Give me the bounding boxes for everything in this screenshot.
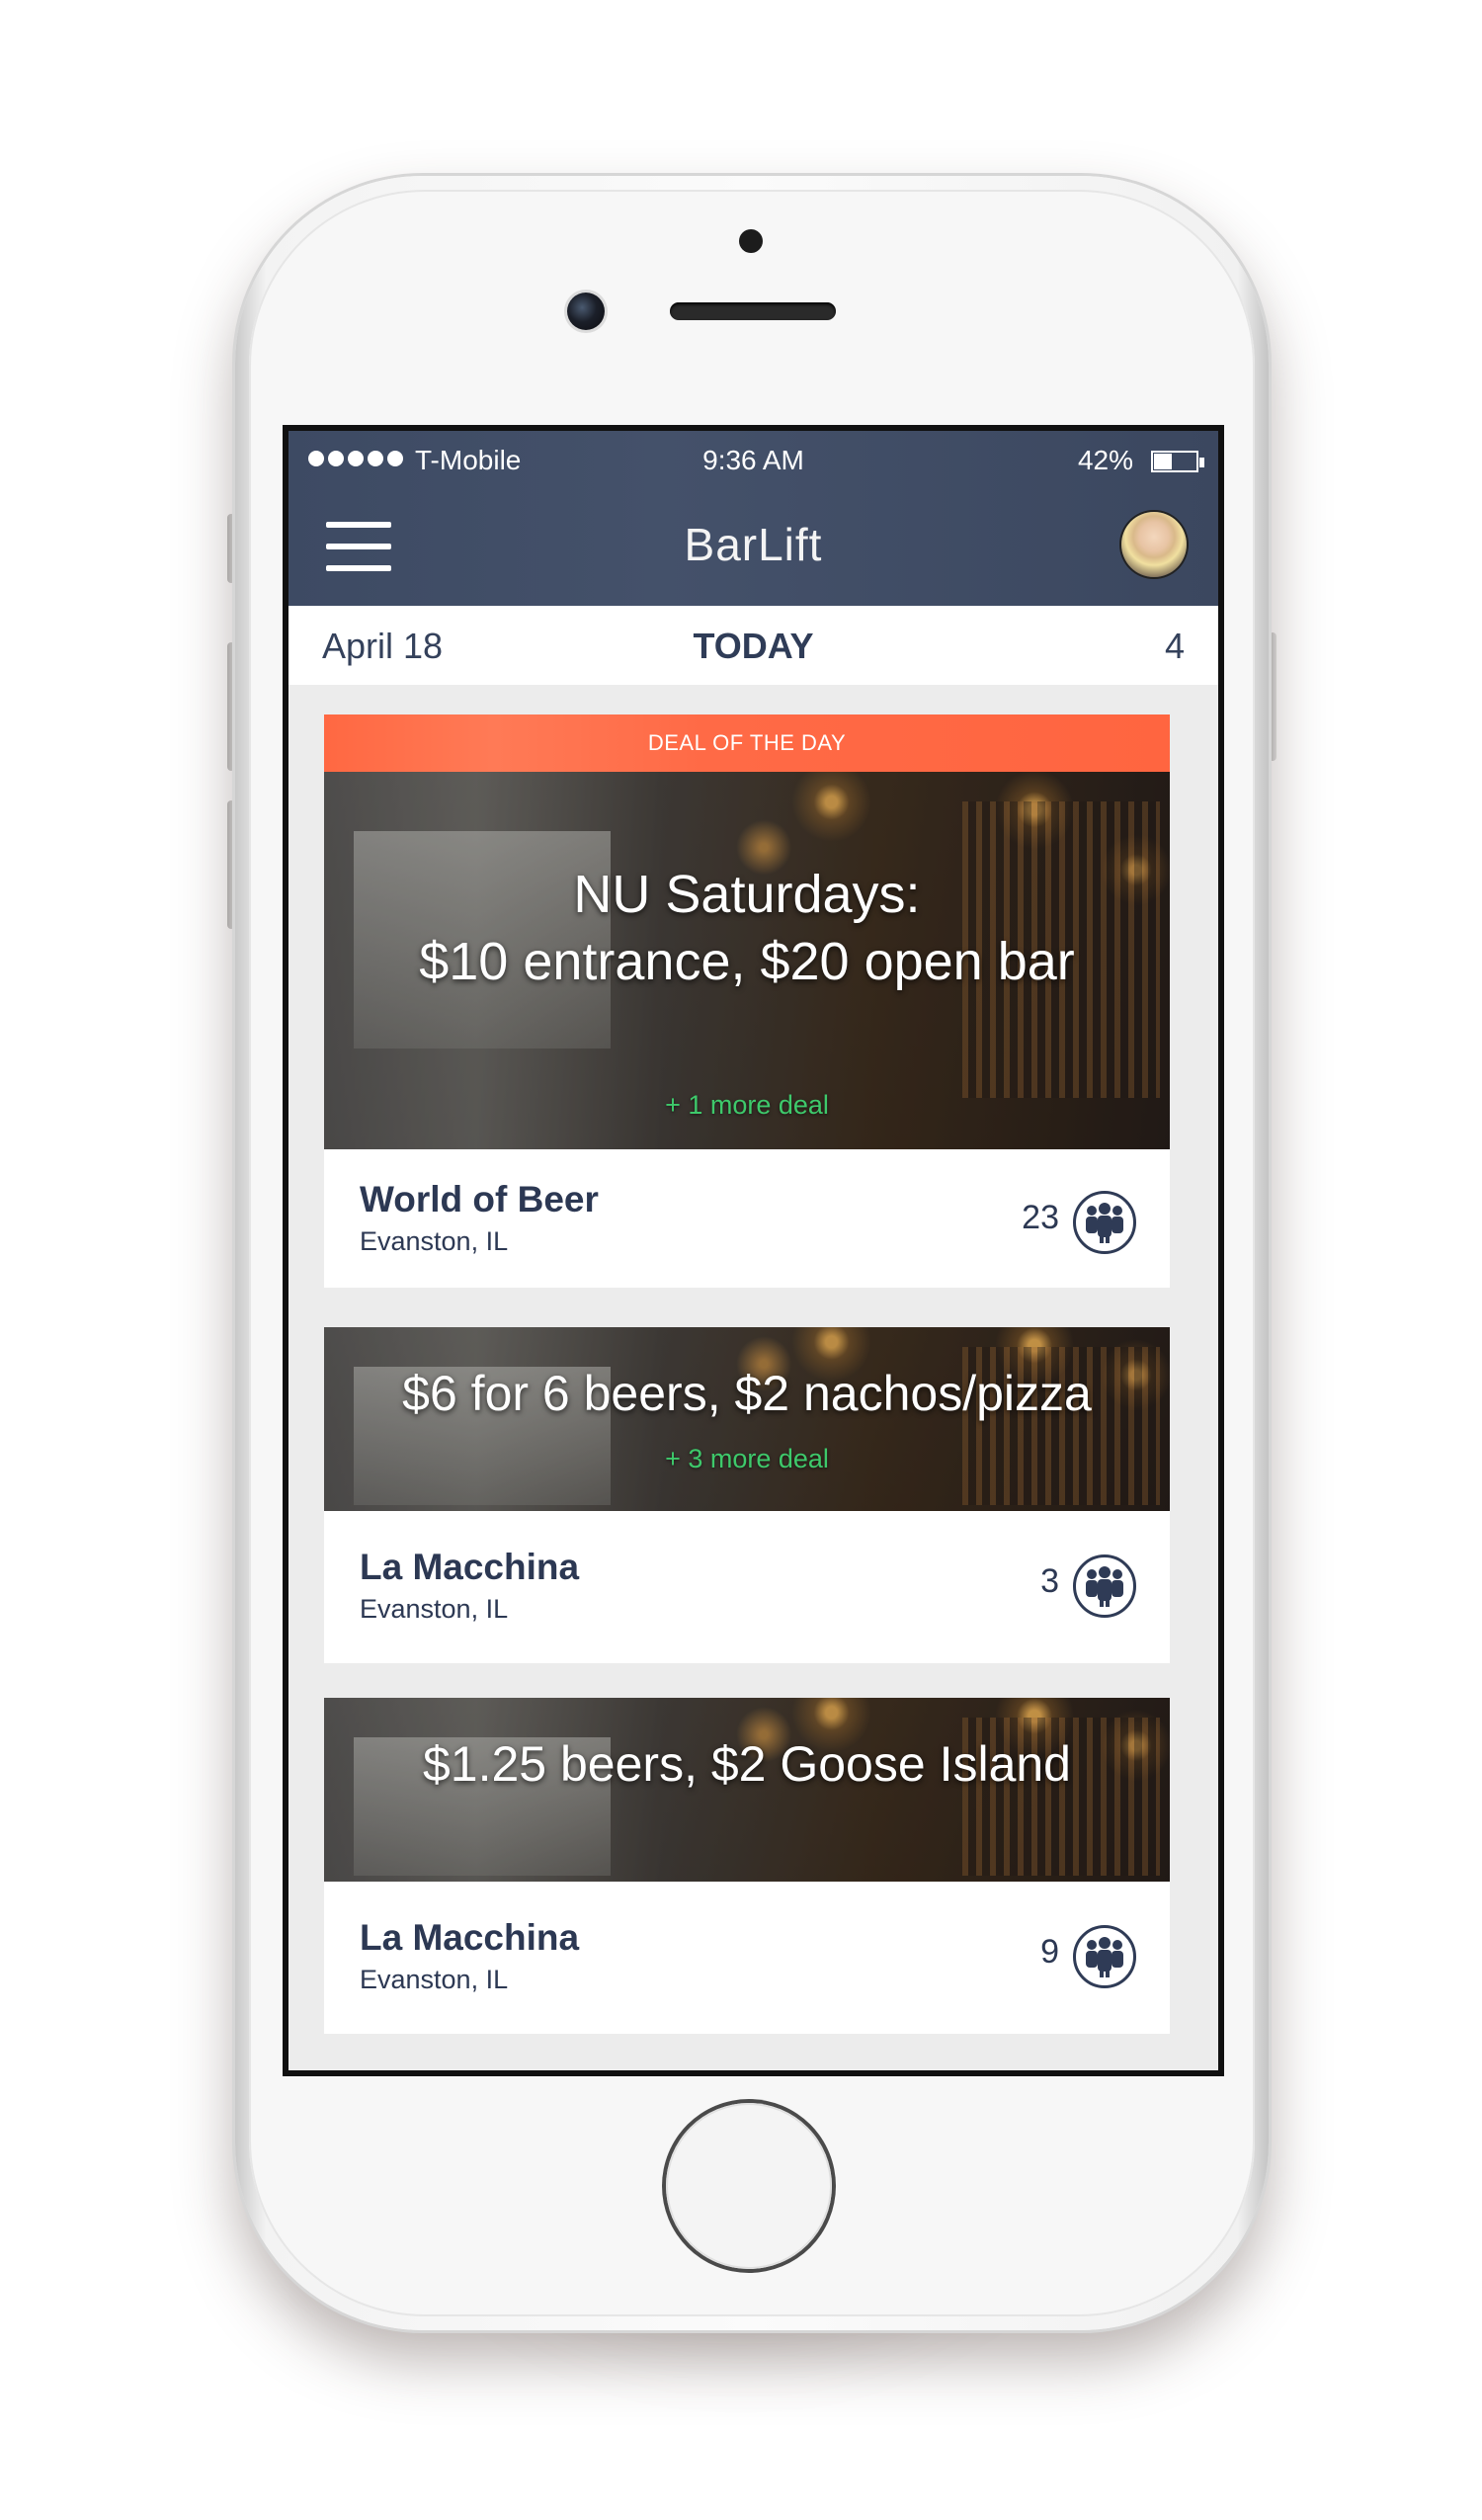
front-camera	[567, 293, 605, 330]
deal-title: NU Saturdays: $10 entrance, $20 open bar	[324, 861, 1170, 995]
deal-of-the-day-banner: DEAL OF THE DAY	[324, 714, 1170, 772]
volume-up-button	[227, 642, 235, 771]
app-title: BarLift	[684, 519, 823, 570]
home-button[interactable]	[666, 2103, 832, 2269]
venue-location: Evanston, IL	[360, 1965, 509, 1994]
battery-icon	[1151, 451, 1198, 472]
deal-title-line1: NU Saturdays:	[573, 865, 921, 924]
bar-photo: $6 for 6 beers, $2 nachos/pizza + 3 more…	[324, 1327, 1170, 1511]
date-count[interactable]: 4	[1165, 626, 1185, 667]
volume-down-button	[227, 800, 235, 929]
bar-photo: NU Saturdays: $10 entrance, $20 open bar…	[324, 772, 1170, 1149]
more-deals-link[interactable]: + 3 more deal	[324, 1444, 1170, 1474]
proximity-sensor	[739, 229, 763, 253]
venue-location: Evanston, IL	[360, 1226, 509, 1256]
more-deals-link[interactable]: + 1 more deal	[324, 1090, 1170, 1121]
attendee-count: 3	[1040, 1562, 1059, 1600]
venue-location: Evanston, IL	[360, 1594, 509, 1624]
earpiece-speaker	[670, 302, 836, 320]
venue-name: La Macchina	[360, 1547, 580, 1587]
battery-percentage: 42%	[1077, 445, 1133, 475]
people-icon	[1086, 1566, 1123, 1607]
deal-title: $6 for 6 beers, $2 nachos/pizza	[402, 1366, 1092, 1421]
attendee-count: 23	[1022, 1199, 1059, 1236]
status-bar: T-Mobile 9:36 AM 42%	[288, 431, 1218, 494]
mute-switch	[227, 514, 235, 583]
deal-card[interactable]: $6 for 6 beers, $2 nachos/pizza + 3 more…	[324, 1327, 1170, 1663]
group-icon[interactable]	[1073, 1554, 1136, 1618]
group-icon[interactable]	[1073, 1925, 1136, 1988]
deal-title-line2: $10 entrance, $20 open bar	[419, 932, 1075, 991]
deal-title: $1.25 beers, $2 Goose Island	[422, 1736, 1071, 1792]
user-avatar[interactable]	[1121, 512, 1187, 577]
bar-photo: $1.25 beers, $2 Goose Island	[324, 1698, 1170, 1882]
venue-name: World of Beer	[360, 1179, 599, 1219]
people-icon	[1086, 1203, 1123, 1243]
group-icon[interactable]	[1073, 1191, 1136, 1254]
today-tab[interactable]: TODAY	[288, 626, 1218, 667]
app-screen: T-Mobile 9:36 AM 42% BarLift April 18 TO…	[288, 431, 1218, 2070]
people-icon	[1086, 1937, 1123, 1977]
attendee-count: 9	[1040, 1933, 1059, 1971]
power-button	[1269, 632, 1276, 761]
date-bar: April 18 TODAY 4	[288, 606, 1218, 685]
nav-bar: BarLift	[288, 494, 1218, 606]
battery-tip	[1199, 458, 1204, 467]
venue-name: La Macchina	[360, 1917, 580, 1958]
deal-card[interactable]: DEAL OF THE DAY NU Saturdays: $10 entran…	[324, 714, 1170, 1288]
deal-card[interactable]: $1.25 beers, $2 Goose Island La Macchina…	[324, 1698, 1170, 2034]
